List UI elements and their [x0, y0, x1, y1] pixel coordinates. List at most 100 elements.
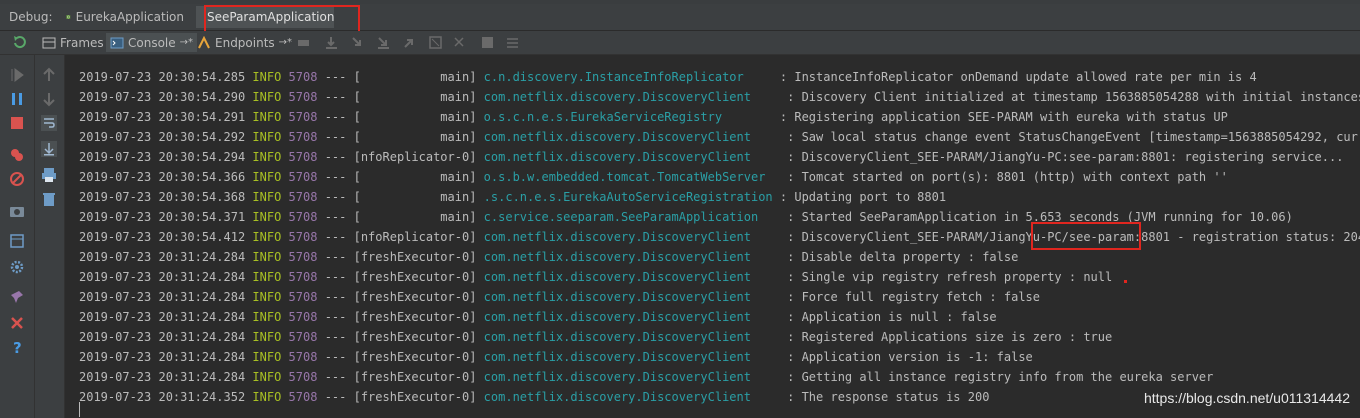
log-timestamp: 2019-07-23 20:30:54.366: [79, 170, 246, 184]
log-message: : DiscoveryClient_SEE-PARAM/JiangYu-PC:s…: [787, 150, 1344, 164]
log-timestamp: 2019-07-23 20:30:54.294: [79, 150, 246, 164]
clear-all-icon[interactable]: [41, 191, 57, 207]
log-timestamp: 2019-07-23 20:30:54.290: [79, 90, 246, 104]
endpoints-tab[interactable]: Endpoints →*: [197, 33, 292, 52]
mute-breakpoints-icon[interactable]: [9, 171, 25, 187]
console-tab[interactable]: Console →*: [106, 33, 198, 52]
frames-label: Frames: [60, 35, 104, 50]
trace-icon[interactable]: [505, 35, 520, 50]
log-pid: 5708: [288, 310, 318, 324]
log-separator: ---: [324, 350, 347, 364]
log-separator: ---: [324, 210, 347, 224]
resume-icon[interactable]: [9, 67, 25, 83]
console-icon: [110, 37, 124, 48]
log-message: : Registering application SEE-PARAM with…: [779, 110, 1228, 124]
log-logger: com.netflix.discovery.DiscoveryClient: [483, 290, 780, 304]
log-message: : The response status is 200: [787, 390, 990, 404]
log-level: INFO: [252, 390, 282, 404]
log-pid: 5708: [288, 350, 318, 364]
log-timestamp: 2019-07-23 20:31:24.284: [79, 310, 246, 324]
pin-icon[interactable]: [9, 289, 25, 305]
log-timestamp: 2019-07-23 20:30:54.291: [79, 110, 246, 124]
help-icon[interactable]: ?: [9, 339, 25, 355]
view-breakpoints-icon[interactable]: [9, 147, 25, 163]
debug-label: Debug:: [9, 10, 53, 24]
print-icon[interactable]: [41, 167, 57, 183]
log-logger: com.netflix.discovery.DiscoveryClient: [483, 350, 780, 364]
log-thread: [ main]: [353, 90, 477, 104]
log-logger: com.netflix.discovery.DiscoveryClient: [483, 250, 780, 264]
endpoints-icon: [198, 35, 210, 48]
log-line: 2019-07-23 20:30:54.366 INFO 5708 --- [ …: [79, 167, 1360, 187]
restore-layout-icon[interactable]: [9, 233, 25, 249]
log-thread: [freshExecutor-0]: [353, 270, 477, 284]
log-line: 2019-07-23 20:31:24.284 INFO 5708 --- [f…: [79, 267, 1360, 287]
log-thread: [ main]: [353, 110, 477, 124]
settings-icon[interactable]: [9, 259, 25, 275]
camera-icon[interactable]: [9, 203, 25, 219]
log-timestamp: 2019-07-23 20:31:24.284: [79, 290, 246, 304]
tab-eureka-application[interactable]: EurekaApplication: [60, 6, 190, 28]
soft-wrap-icon[interactable]: [41, 115, 57, 131]
close-icon[interactable]: [9, 315, 25, 331]
pause-icon[interactable]: [9, 91, 25, 107]
log-pid: 5708: [288, 390, 318, 404]
scroll-down-icon[interactable]: [41, 91, 57, 107]
log-logger: c.service.seeparam.SeeParamApplication: [483, 210, 780, 224]
log-thread: [ main]: [353, 70, 477, 84]
step-out-icon[interactable]: [402, 35, 417, 50]
force-step-into-icon[interactable]: [376, 35, 391, 50]
drop-frame-icon[interactable]: [428, 35, 443, 50]
log-message: : Saw local status change event StatusCh…: [787, 130, 1360, 144]
show-execution-point-icon[interactable]: [296, 35, 311, 50]
log-level: INFO: [252, 330, 282, 344]
scroll-to-end-icon[interactable]: [41, 141, 57, 157]
log-pid: 5708: [288, 190, 318, 204]
log-separator: ---: [324, 290, 347, 304]
svg-text:?: ?: [13, 339, 22, 355]
log-separator: ---: [324, 230, 347, 244]
run-to-cursor-icon[interactable]: [452, 35, 467, 50]
log-thread: [ main]: [353, 170, 477, 184]
log-separator: ---: [324, 270, 347, 284]
log-logger: com.netflix.discovery.DiscoveryClient: [483, 270, 780, 284]
step-into-icon[interactable]: [350, 35, 365, 50]
log-level: INFO: [252, 90, 282, 104]
rerun-icon[interactable]: [12, 35, 27, 50]
log-pid: 5708: [288, 370, 318, 384]
highlight-box-tab: [204, 5, 360, 33]
log-timestamp: 2019-07-23 20:30:54.371: [79, 210, 246, 224]
log-separator: ---: [324, 250, 347, 264]
log-message: : Application version is -1: false: [787, 350, 1033, 364]
log-timestamp: 2019-07-23 20:31:24.352: [79, 390, 246, 404]
log-logger: com.netflix.discovery.DiscoveryClient: [483, 390, 780, 404]
step-over-icon[interactable]: [324, 35, 339, 50]
log-separator: ---: [324, 370, 347, 384]
log-pid: 5708: [288, 150, 318, 164]
log-timestamp: 2019-07-23 20:30:54.292: [79, 130, 246, 144]
log-level: INFO: [252, 190, 282, 204]
log-line: 2019-07-23 20:31:24.284 INFO 5708 --- [f…: [79, 327, 1360, 347]
log-logger: com.netflix.discovery.DiscoveryClient: [483, 330, 780, 344]
evaluate-expression-icon[interactable]: [480, 35, 495, 50]
console-output[interactable]: 2019-07-23 20:30:54.285 INFO 5708 --- [ …: [66, 55, 1360, 418]
log-list: 2019-07-23 20:30:54.285 INFO 5708 --- [ …: [79, 67, 1360, 407]
log-level: INFO: [252, 370, 282, 384]
log-separator: ---: [324, 110, 347, 124]
log-message: : Discovery Client initialized at timest…: [787, 90, 1360, 104]
log-logger: com.netflix.discovery.DiscoveryClient: [483, 370, 780, 384]
log-line: 2019-07-23 20:31:24.284 INFO 5708 --- [f…: [79, 347, 1360, 367]
log-line: 2019-07-23 20:31:24.284 INFO 5708 --- [f…: [79, 307, 1360, 327]
log-logger: .s.c.n.e.s.EurekaAutoServiceRegistration: [483, 190, 773, 204]
log-line: 2019-07-23 20:30:54.412 INFO 5708 --- [n…: [79, 227, 1360, 247]
scroll-up-icon[interactable]: [41, 67, 57, 83]
log-line: 2019-07-23 20:30:54.371 INFO 5708 --- [ …: [79, 207, 1360, 227]
log-thread: [ main]: [353, 130, 477, 144]
stop-icon[interactable]: [9, 115, 25, 131]
log-pid: 5708: [288, 250, 318, 264]
log-level: INFO: [252, 130, 282, 144]
log-separator: ---: [324, 190, 347, 204]
log-level: INFO: [252, 230, 282, 244]
frames-tab[interactable]: Frames: [42, 33, 104, 52]
log-line: 2019-07-23 20:30:54.294 INFO 5708 --- [n…: [79, 147, 1360, 167]
